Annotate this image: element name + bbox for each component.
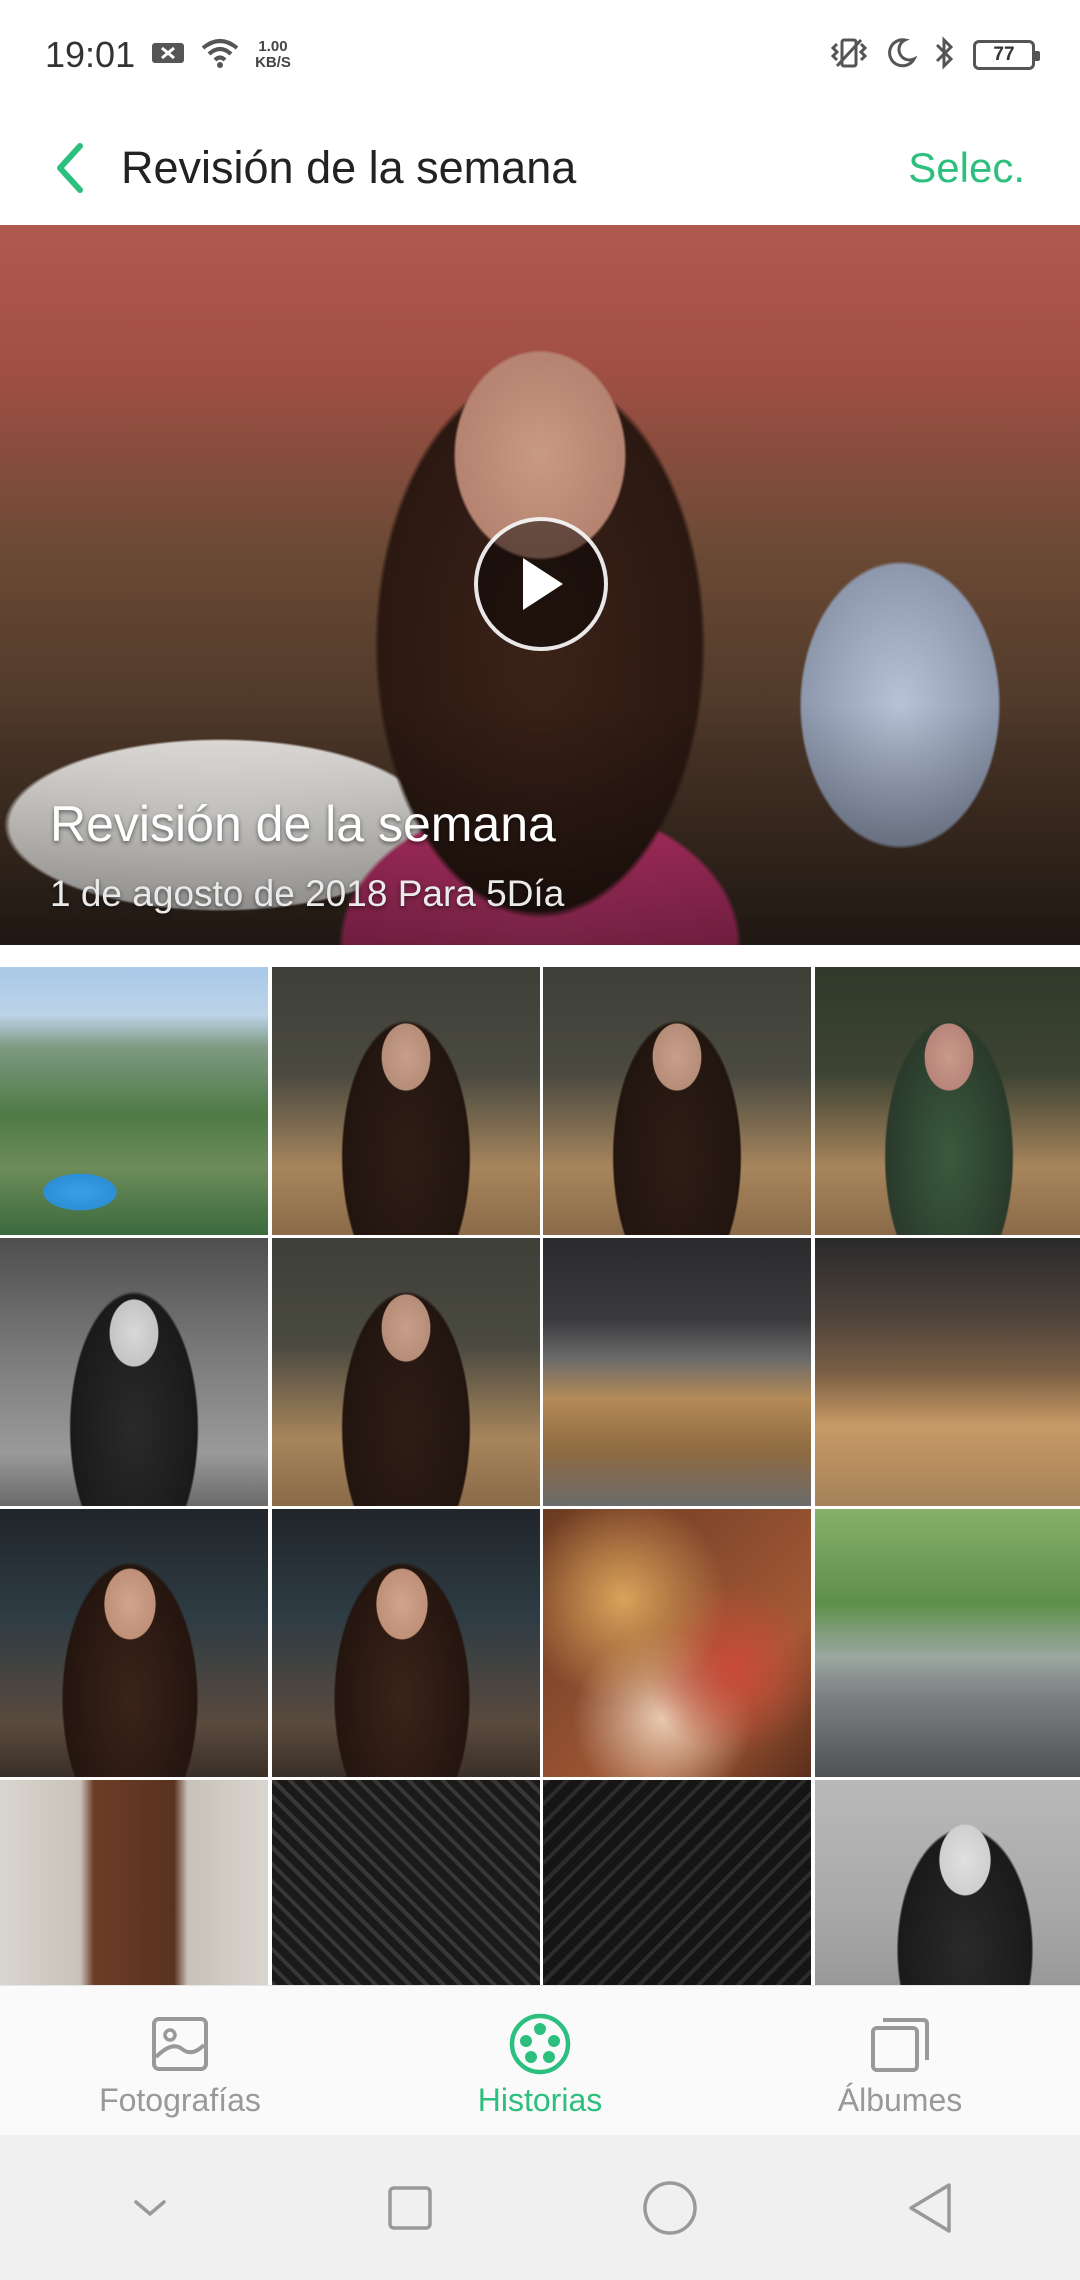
do-not-disturb-moon-icon	[885, 37, 918, 74]
recents-square-icon	[388, 2185, 432, 2230]
network-speed-value: 1.00	[258, 38, 288, 55]
albums-icon	[868, 2012, 932, 2076]
street-photo[interactable]	[814, 1509, 1080, 1777]
nav-label-albumes: Álbumes	[837, 2082, 963, 2118]
food-noodles-photo[interactable]	[543, 1509, 811, 1777]
network-speed: 1.00 KB/S	[255, 39, 291, 71]
nav-label-fotografias: Fotografías	[99, 2082, 261, 2118]
system-navigation-bar	[0, 2135, 1080, 2280]
home-circle-icon	[643, 2180, 697, 2235]
wooden-door-photo[interactable]	[0, 1780, 268, 1985]
story-subtitle: 1 de agosto de 2018 Para 5Día	[50, 873, 565, 914]
nav-tab-historias[interactable]: Historias	[360, 1986, 720, 2135]
iron-gate-photo[interactable]	[543, 1780, 811, 1985]
back-button[interactable]	[35, 133, 105, 203]
photo-icon	[148, 2012, 212, 2076]
portrait-night-photo[interactable]	[0, 1509, 268, 1777]
chevron-left-icon	[57, 142, 83, 193]
status-time: 19:01	[45, 34, 136, 75]
iron-gate-photo[interactable]	[271, 1780, 540, 1985]
portrait-photo[interactable]	[271, 967, 540, 1235]
portrait-tinted-photo[interactable]	[814, 967, 1080, 1235]
stories-reel-icon	[508, 2012, 572, 2076]
portrait-night-photo[interactable]	[271, 1509, 540, 1777]
play-icon	[523, 558, 563, 610]
hide-nav-button[interactable]	[110, 2168, 190, 2248]
play-button[interactable]	[474, 517, 608, 651]
wifi-icon	[201, 38, 239, 73]
back-triangle-icon	[909, 2182, 951, 2233]
system-back-button[interactable]	[890, 2168, 970, 2248]
story-title: Revisión de la semana	[50, 796, 556, 852]
recents-button[interactable]	[370, 2168, 450, 2248]
vibrate-icon	[829, 36, 869, 75]
photo-grid	[0, 967, 1080, 1985]
nav-tab-fotografias[interactable]: Fotografías	[0, 1986, 360, 2135]
page-title: Revisión de la semana	[121, 141, 577, 193]
portrait-photo[interactable]	[543, 967, 811, 1235]
sim-error-icon	[151, 40, 185, 71]
bluetooth-icon	[933, 35, 957, 75]
status-bar: 19:01 1.00 KB/S 77	[0, 0, 1080, 110]
chevron-down-icon	[134, 2199, 166, 2216]
home-button[interactable]	[630, 2168, 710, 2248]
portrait-photo[interactable]	[271, 1238, 540, 1506]
portrait-bw-photo[interactable]	[814, 1780, 1080, 1985]
restaurant-interior-photo[interactable]	[543, 1238, 811, 1506]
story-hero[interactable]: Revisión de la semana 1 de agosto de 201…	[0, 225, 1080, 945]
nav-tab-albumes[interactable]: Álbumes	[720, 1986, 1080, 2135]
network-speed-unit: KB/S	[255, 54, 291, 71]
portrait-bw-photo[interactable]	[0, 1238, 268, 1506]
app-header: Revisión de la semana Selec.	[0, 110, 1080, 225]
restaurant-interior-photo[interactable]	[814, 1238, 1080, 1506]
nav-label-historias: Historias	[477, 2082, 603, 2118]
bottom-navigation: Fotografías Historias Álbumes	[0, 1985, 1080, 2135]
aerial-city-photo[interactable]	[0, 967, 268, 1235]
select-button[interactable]: Selec.	[908, 144, 1025, 192]
battery-level: 77	[993, 44, 1015, 65]
battery-icon: 77	[973, 40, 1040, 70]
